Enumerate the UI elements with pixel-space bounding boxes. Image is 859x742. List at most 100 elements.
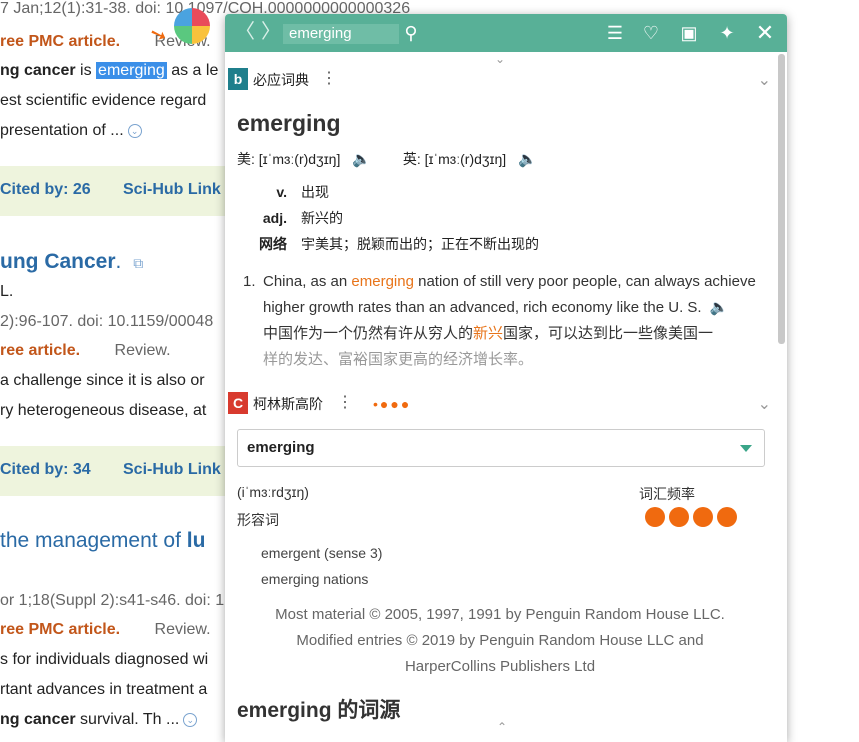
word-form: emerging nations: [261, 571, 369, 587]
etymology-heading: emerging 的词源: [237, 694, 400, 724]
uk-label: 英:: [402, 151, 421, 167]
text-span: is: [75, 62, 97, 79]
pos-label: adj.: [262, 210, 287, 226]
frequency-dot: [717, 507, 737, 527]
keyword-bold: ng cancer: [0, 711, 76, 728]
title-text: ung Cancer: [0, 250, 116, 273]
copyright-line: Modified entries © 2019 by Penguin Rando…: [296, 632, 704, 649]
popup-content: b 必应词典 ⋮ ⌄ emerging 美: [ɪˈmɜː(r)dʒɪŋ] 🔈 …: [225, 64, 777, 742]
definitions-list: v. 出现 adj. 新兴的 网络 宇美其；脱颖而出的；正在不断出现的: [241, 179, 539, 257]
bing-section-header[interactable]: b 必应词典 ⋮ ⌄: [225, 66, 777, 90]
dictionary-popup: 〈 〉 emerging ⚲ ☰ ♡ ▣ ✦ ✕ ⌄ b 必应词典 ⋮ ⌄ em…: [225, 14, 787, 742]
free-pmc-link-1[interactable]: ree PMC article.: [0, 33, 120, 50]
example-speaker-icon[interactable]: 🔈: [710, 299, 729, 316]
collins-section-name: 柯林斯高阶: [253, 396, 323, 412]
pos-label: 网络: [259, 236, 287, 252]
article-meta-2: ree article. Review.: [0, 342, 171, 360]
dropdown-arrow-icon[interactable]: [740, 445, 752, 452]
review-label-2: Review.: [114, 342, 171, 359]
expand-chevron-icon[interactable]: ⌄: [127, 123, 142, 138]
highlight-word: emerging: [351, 273, 414, 290]
cited-by-link[interactable]: Cited by: 26: [0, 181, 91, 199]
keyword-bold: ng cancer: [0, 62, 76, 79]
collins-word-select[interactable]: emerging: [237, 429, 765, 467]
collins-section-header[interactable]: C 柯林斯高阶 ⋮ •●●● ⌄: [225, 390, 777, 414]
frequency-dot: [693, 507, 713, 527]
selected-word[interactable]: emerging: [96, 62, 167, 79]
word-form: emergent (sense 3): [261, 545, 383, 561]
translate-icon[interactable]: ⧉: [133, 255, 143, 271]
text-span: as a le: [166, 62, 219, 79]
collins-pos: 形容词: [237, 512, 279, 528]
definition-text: 宇美其；脱颖而出的；正在不断出现的: [301, 236, 539, 252]
uk-phonetic: [ɪˈmɜː(r)dʒɪŋ]: [424, 151, 507, 167]
text-span: 国家，可以达到比一些像美国一: [503, 325, 714, 342]
back-button[interactable]: 〈: [235, 22, 255, 42]
cited-by-link[interactable]: Cited by: 34: [0, 461, 91, 479]
faded-text: 样的发达、富裕国家更高的经济增长率。: [263, 351, 534, 368]
free-article-link[interactable]: ree article.: [0, 342, 80, 359]
favorite-heart-icon[interactable]: ♡: [639, 21, 663, 45]
abstract-line-3: presentation of ... ⌄: [0, 122, 142, 140]
etym-word: emerging: [237, 699, 332, 722]
review-label-3: Review.: [154, 621, 211, 638]
frequency-label: 词汇频率: [639, 486, 695, 502]
highlight-word: 新兴: [473, 325, 504, 342]
uk-speaker-icon[interactable]: 🔈: [518, 151, 537, 168]
us-label: 美:: [237, 151, 255, 167]
word-forms: emergent (sense 3) emerging nations: [261, 540, 382, 592]
headword: emerging: [237, 110, 341, 136]
authors-line: L.: [0, 283, 14, 300]
bing-logo-icon: b: [228, 68, 248, 90]
text-span: China, as an: [263, 273, 352, 290]
abstract-line-8: ng cancer survival. Th ... ⌄: [0, 711, 198, 729]
forward-button[interactable]: 〉: [261, 22, 281, 42]
copyright-line: HarperCollins Publishers Ltd: [404, 658, 596, 675]
scihub-link[interactable]: Sci-Hub Link: [123, 461, 221, 479]
article-meta-3: ree PMC article. Review.: [0, 621, 211, 639]
scrollbar[interactable]: [778, 54, 785, 344]
more-options-icon[interactable]: ⋮: [321, 68, 337, 88]
citation-line-2: 2):96-107. doi: 10.1159/00048: [0, 313, 214, 330]
more-options-icon[interactable]: ⋮: [337, 392, 353, 412]
title-text: the management of: [0, 529, 187, 552]
bing-section-name: 必应词典: [253, 72, 309, 88]
copyright-line: Most material © 2005, 1997, 1991 by Peng…: [275, 606, 725, 623]
wordbook-icon[interactable]: ▣: [677, 21, 701, 45]
free-pmc-link-3[interactable]: ree PMC article.: [0, 621, 120, 638]
scihub-link[interactable]: Sci-Hub Link: [123, 181, 221, 199]
scroll-up-chevron-icon[interactable]: ⌃: [497, 720, 507, 734]
close-icon[interactable]: ✕: [753, 21, 777, 45]
pin-icon[interactable]: ✦: [715, 21, 739, 45]
us-phonetic: [ɪˈmɜː(r)dʒɪŋ]: [258, 151, 341, 167]
pos-label: v.: [276, 184, 287, 200]
etym-label: 的词源: [331, 699, 401, 722]
text-span: survival. Th ...: [75, 711, 180, 728]
abstract-line-4: a challenge since it is also or: [0, 372, 205, 389]
collins-phonetic: (iˈmɜːrdʒɪŋ): [237, 484, 309, 500]
definition-row: 网络 宇美其；脱颖而出的；正在不断出现的: [241, 231, 539, 257]
text-span: 中国作为一个仍然有许从穷人的: [263, 325, 474, 342]
example-cn: 中国作为一个仍然有许从穷人的新兴国家，可以达到比一些像美国一样的发达、富裕国家更…: [263, 321, 763, 373]
popup-toolbar: 〈 〉 emerging ⚲ ☰ ♡ ▣ ✦ ✕: [225, 14, 787, 52]
definition-text: 出现: [301, 184, 329, 200]
section-collapse-chevron-icon[interactable]: ⌄: [758, 394, 771, 414]
menu-icon[interactable]: ☰: [603, 21, 627, 45]
article-title-2[interactable]: ung Cancer. ⧉: [0, 250, 143, 274]
frequency-dot: [669, 507, 689, 527]
cited-band-2: Cited by: 34 Sci-Hub Link: [0, 446, 240, 496]
copyright-notice: Most material © 2005, 1997, 1991 by Peng…: [237, 602, 763, 680]
article-title-3[interactable]: the management of lu: [0, 529, 205, 553]
pronunciation-row: 美: [ɪˈmɜː(r)dʒɪŋ] 🔈 英: [ɪˈmɜː(r)dʒɪŋ] 🔈: [237, 149, 537, 169]
text-span: presentation of ...: [0, 122, 124, 139]
loading-dots-icon: •●●●: [373, 396, 412, 412]
example-en: China, as an emerging nation of still ve…: [263, 269, 763, 321]
dictionary-ball-icon[interactable]: [174, 8, 210, 44]
abstract-line-5: ry heterogeneous disease, at: [0, 402, 207, 419]
search-icon[interactable]: ⚲: [399, 21, 423, 45]
section-collapse-chevron-icon[interactable]: ⌄: [758, 70, 771, 90]
search-input[interactable]: emerging: [283, 24, 399, 44]
abstract-line-2: est scientific evidence regard: [0, 92, 207, 109]
expand-chevron-icon[interactable]: ⌄: [183, 712, 198, 727]
us-speaker-icon[interactable]: 🔈: [352, 151, 371, 168]
